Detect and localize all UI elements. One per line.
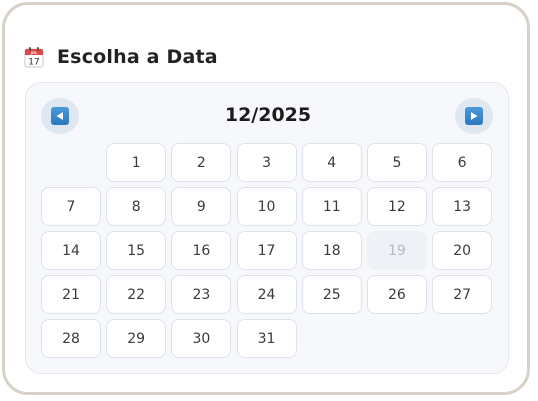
day-cell-25[interactable]: 25 bbox=[301, 275, 362, 314]
day-cell-24[interactable]: 24 bbox=[236, 275, 297, 314]
day-cell-2[interactable]: 2 bbox=[171, 143, 232, 182]
day-cell-28[interactable]: 28 bbox=[41, 319, 101, 358]
day-cell-19: 19 bbox=[366, 231, 427, 270]
day-cell-6[interactable]: 6 bbox=[432, 143, 493, 182]
day-cell-7[interactable]: 7 bbox=[41, 187, 101, 226]
prev-month-button[interactable] bbox=[41, 98, 79, 134]
day-cell-4[interactable]: 4 bbox=[301, 143, 362, 182]
day-cell-29[interactable]: 29 bbox=[106, 319, 167, 358]
day-cell-26[interactable]: 26 bbox=[366, 275, 427, 314]
day-cell-21[interactable]: 21 bbox=[41, 275, 101, 314]
day-cell-27[interactable]: 27 bbox=[432, 275, 493, 314]
prev-arrow-icon bbox=[51, 107, 69, 125]
day-cell-3[interactable]: 3 bbox=[236, 143, 297, 182]
empty-day-cell bbox=[41, 143, 101, 182]
day-cell-22[interactable]: 22 bbox=[106, 275, 167, 314]
day-cell-11[interactable]: 11 bbox=[301, 187, 362, 226]
day-cell-8[interactable]: 8 bbox=[106, 187, 167, 226]
day-cell-23[interactable]: 23 bbox=[171, 275, 232, 314]
day-cell-14[interactable]: 14 bbox=[41, 231, 101, 270]
day-cell-30[interactable]: 30 bbox=[171, 319, 232, 358]
day-cell-17[interactable]: 17 bbox=[236, 231, 297, 270]
day-cell-20[interactable]: 20 bbox=[432, 231, 493, 270]
day-cell-16[interactable]: 16 bbox=[171, 231, 232, 270]
next-month-button[interactable] bbox=[455, 98, 493, 134]
day-cell-9[interactable]: 9 bbox=[171, 187, 232, 226]
day-cell-1[interactable]: 1 bbox=[106, 143, 167, 182]
page-title: Escolha a Data bbox=[57, 46, 218, 68]
day-cell-18[interactable]: 18 bbox=[301, 231, 362, 270]
next-arrow-icon bbox=[465, 107, 483, 125]
day-cell-10[interactable]: 10 bbox=[236, 187, 297, 226]
day-cell-5[interactable]: 5 bbox=[366, 143, 427, 182]
calendar-icon: JUL 17 bbox=[24, 46, 44, 68]
calendar-icon-day: 17 bbox=[28, 57, 39, 67]
month-label: 12/2025 bbox=[224, 104, 312, 126]
day-cell-12[interactable]: 12 bbox=[366, 187, 427, 226]
day-cell-15[interactable]: 15 bbox=[106, 231, 167, 270]
header: JUL 17 Escolha a Data bbox=[24, 42, 218, 72]
day-cell-31[interactable]: 31 bbox=[236, 319, 297, 358]
day-cell-13[interactable]: 13 bbox=[432, 187, 493, 226]
day-grid: 1 2 3 4 5 6 7 8 9 10 11 12 13 14 15 16 17 18 19 20 21 22 23 24 2… bbox=[41, 143, 493, 358]
calendar-icon-month: JUL bbox=[30, 51, 38, 55]
